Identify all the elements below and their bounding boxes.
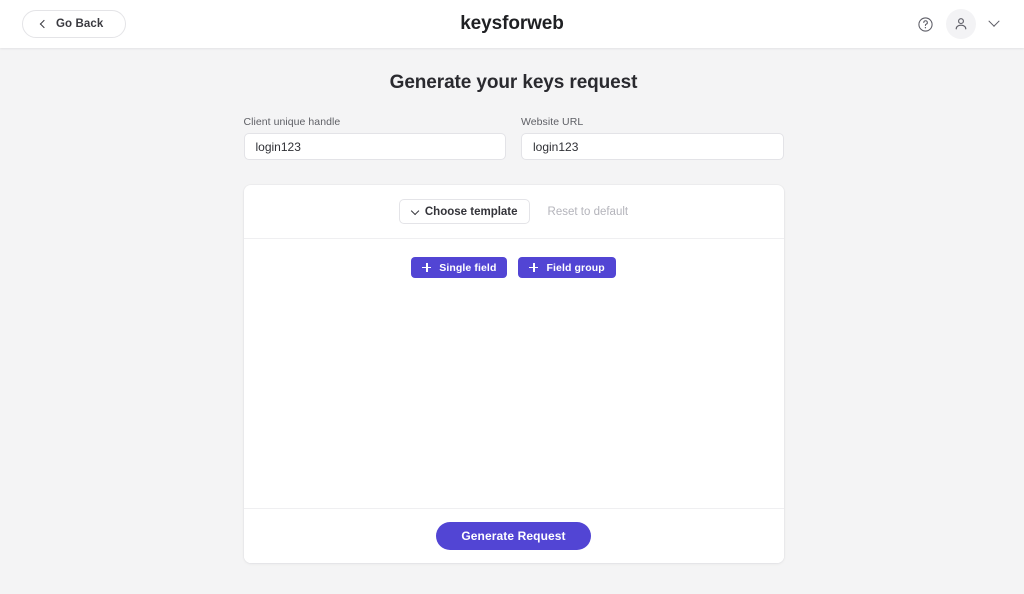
generate-request-button[interactable]: Generate Request: [436, 522, 591, 550]
builder-footer: Generate Request: [243, 509, 784, 563]
header-actions: [910, 9, 1006, 39]
help-button[interactable]: [910, 9, 940, 39]
field-label-client-handle: Client unique handle: [243, 116, 341, 128]
app-header: Go Back keysforweb: [0, 0, 1024, 48]
form-fields-row: Client unique handle Website URL: [243, 116, 784, 160]
client-handle-input[interactable]: [243, 133, 506, 160]
user-icon: [955, 18, 967, 30]
field-website-url: Website URL: [521, 116, 784, 160]
add-buttons-row: Single field Field group: [244, 257, 784, 278]
website-url-input[interactable]: [521, 133, 784, 160]
chevron-left-icon: [39, 19, 49, 29]
add-single-field-label: Single field: [439, 261, 497, 274]
page-body: Generate your keys request Client unique…: [0, 48, 1024, 594]
request-builder-card: Choose template Reset to default Single …: [243, 185, 784, 563]
field-label-website-url: Website URL: [521, 116, 584, 128]
app-title: keysforweb: [460, 13, 564, 34]
account-button[interactable]: [946, 9, 976, 39]
choose-template-button[interactable]: Choose template: [398, 199, 530, 224]
chevron-down-icon: [988, 15, 1000, 27]
page-title: Generate your keys request: [389, 72, 638, 93]
go-back-button[interactable]: Go Back: [22, 10, 127, 38]
plus-icon: [422, 263, 432, 272]
builder-canvas[interactable]: Single field Field group: [243, 239, 784, 509]
choose-template-label: Choose template: [424, 205, 518, 218]
field-client-handle: Client unique handle: [243, 116, 506, 160]
builder-toolbar: Choose template Reset to default: [243, 185, 784, 239]
add-field-group-button[interactable]: Field group: [518, 257, 616, 278]
content-container: Client unique handle Website URL Choose …: [243, 116, 784, 563]
plus-icon: [529, 263, 539, 272]
add-field-group-label: Field group: [546, 261, 605, 274]
account-menu-chevron[interactable]: [982, 12, 1006, 36]
help-circle-icon: [917, 16, 933, 32]
chevron-down-icon: [410, 206, 420, 215]
go-back-label: Go Back: [56, 18, 104, 30]
add-single-field-button[interactable]: Single field: [411, 257, 508, 278]
reset-to-default-button[interactable]: Reset to default: [548, 206, 629, 218]
